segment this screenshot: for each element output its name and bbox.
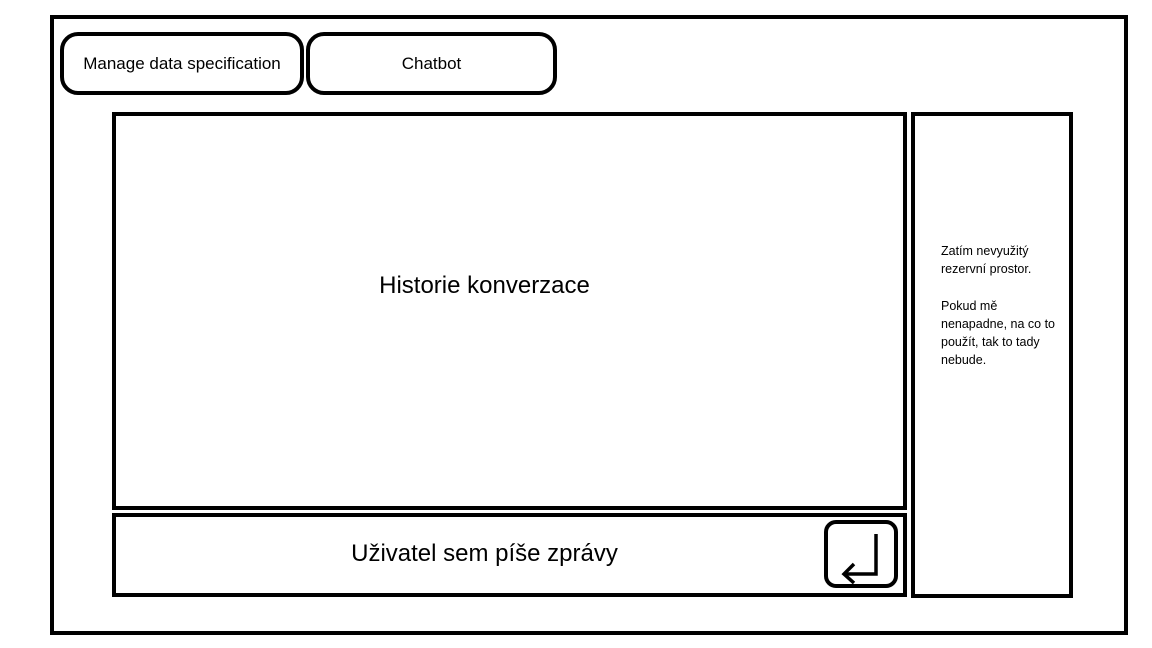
reserved-side-panel: Zatím nevyužitý rezervní prostor. Pokud … <box>911 112 1073 598</box>
message-input-placeholder: Uživatel sem píše zprávy <box>351 540 618 567</box>
tab-manage-data-specification[interactable]: Manage data specification <box>60 32 304 95</box>
conversation-history-panel: Historie konverzace <box>112 112 907 510</box>
enter-return-icon <box>841 534 878 584</box>
side-panel-note-secondary: Pokud mě nenapadne, na co to použít, tak… <box>941 299 1055 367</box>
conversation-history-label: Historie konverzace <box>379 272 590 299</box>
tab-chatbot-label: Chatbot <box>401 54 462 73</box>
message-input[interactable]: Uživatel sem píše zprávy <box>112 513 907 597</box>
side-panel-note: Zatím nevyužitý rezervní prostor. <box>941 244 1032 276</box>
send-button[interactable] <box>824 520 898 588</box>
tab-chatbot[interactable]: Chatbot <box>306 32 557 95</box>
tab-manage-label: Manage data specification <box>83 53 281 73</box>
